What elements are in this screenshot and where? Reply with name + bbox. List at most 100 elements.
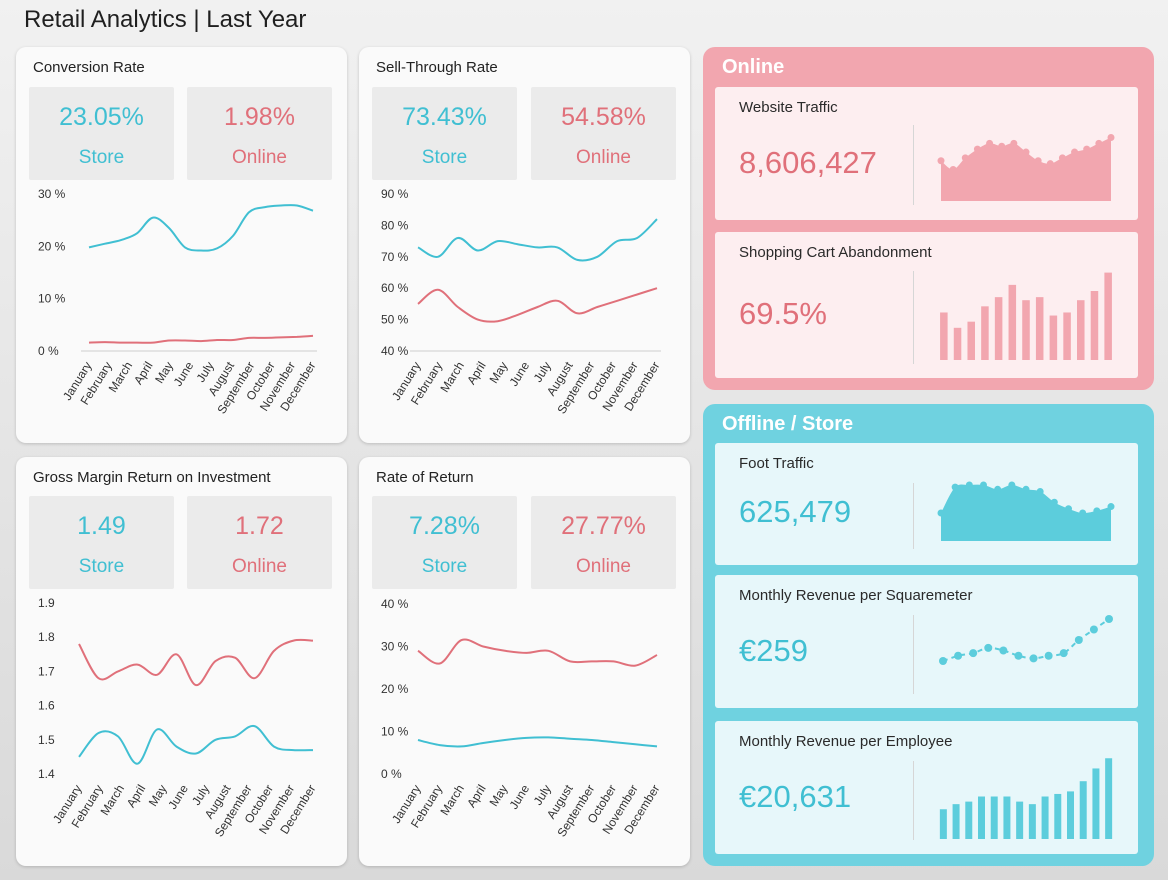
spark-bar [981, 306, 989, 360]
spark-bar [1003, 796, 1011, 839]
y-tick-label: 1.6 [38, 699, 55, 713]
tile-title: Website Traffic [739, 99, 838, 116]
spark-bar [1054, 793, 1062, 839]
revenue-per-employee-tile: Monthly Revenue per Employee €20,631 [715, 721, 1138, 854]
x-tick-label: June [507, 782, 533, 812]
x-tick-label: April [464, 359, 489, 387]
tile-value: €259 [739, 633, 808, 668]
spark-bar [1035, 297, 1044, 360]
spark-point [1029, 654, 1038, 663]
x-tick-label: June [165, 782, 191, 812]
panel-title: Online [722, 56, 785, 78]
x-tick-label: June [171, 359, 197, 389]
spark-point [954, 651, 963, 660]
spark-point [1036, 487, 1044, 495]
spark-bar [1092, 768, 1100, 839]
spark-point [937, 157, 945, 165]
y-tick-label: 50 % [381, 313, 409, 327]
y-tick-label: 1.7 [38, 664, 55, 678]
y-tick-label: 90 % [381, 187, 409, 201]
spark-point [949, 166, 957, 173]
website-traffic-tile: Website Traffic 8,606,427 [715, 87, 1138, 220]
spark-bar [940, 312, 948, 360]
tile-divider [913, 761, 914, 840]
spark-point [980, 481, 987, 489]
spark-point [1022, 485, 1030, 493]
tile-divider [913, 615, 914, 694]
online-series-line [78, 638, 314, 687]
spark-bar [1079, 781, 1087, 839]
spark-point [1083, 145, 1091, 153]
spark-point [1046, 160, 1054, 168]
spark-point [1022, 148, 1030, 156]
spark-bar [1067, 791, 1074, 839]
spark-bar [978, 796, 985, 839]
spark-bar [953, 327, 962, 360]
spark-point [965, 481, 973, 489]
spark-point [1105, 615, 1113, 623]
y-tick-label: 30 % [38, 187, 66, 201]
spark-bar [1077, 300, 1085, 360]
conversion-rate-chart: 0 %10 %20 %30 %JanuaryFebruaryMarchApril… [38, 187, 319, 416]
y-tick-label: 0 % [38, 344, 59, 358]
spark-point [1107, 503, 1115, 511]
spark-point [951, 483, 959, 491]
y-tick-label: 10 % [381, 725, 409, 739]
spark-point [937, 509, 945, 517]
spark-point [999, 646, 1008, 655]
tile-title: Foot Traffic [739, 455, 814, 472]
spark-bar [1049, 315, 1058, 360]
sell-through-rate-card: Sell-Through Rate 73.43% Store 54.58% On… [359, 47, 690, 443]
spark-point [1010, 139, 1018, 147]
x-tick-label: April [124, 782, 149, 810]
spark-bar [994, 297, 1003, 360]
spark-point [1071, 148, 1079, 156]
tile-title: Monthly Revenue per Employee [739, 733, 953, 750]
x-tick-label: June [507, 359, 533, 389]
store-series-line [78, 724, 314, 765]
online-series-line [88, 334, 314, 344]
spark-point [984, 643, 993, 652]
y-tick-label: 40 % [381, 344, 409, 358]
y-tick-label: 10 % [38, 292, 66, 306]
spark-point [961, 154, 969, 162]
spark-bar [1104, 272, 1112, 360]
tile-value: 8,606,427 [739, 145, 877, 180]
spark-point [1044, 651, 1053, 660]
tile-divider [913, 271, 914, 364]
spark-point [1093, 507, 1101, 515]
y-tick-label: 70 % [381, 250, 409, 264]
spark-point [1034, 157, 1042, 165]
foot-traffic-sparkline [937, 481, 1115, 541]
spark-point [1059, 649, 1068, 658]
tile-title: Monthly Revenue per Squaremeter [739, 587, 973, 604]
x-tick-label: April [464, 782, 489, 810]
spark-point [1095, 139, 1103, 147]
gmroi-chart: 1.41.51.61.71.81.9JanuaryFebruaryMarchAp… [38, 596, 319, 839]
spark-bar [1022, 300, 1030, 360]
cart-abandonment-sparkline [940, 272, 1112, 360]
spark-point [1058, 154, 1066, 162]
y-tick-label: 1.9 [38, 596, 55, 610]
foot-traffic-tile: Foot Traffic 625,479 [715, 443, 1138, 565]
spark-point [1079, 509, 1087, 517]
tile-value: 625,479 [739, 494, 852, 529]
spark-bar [1016, 801, 1024, 839]
store-series-line [88, 204, 314, 252]
revenue-per-sqm-sparkline [939, 615, 1113, 665]
spark-bar [967, 321, 975, 360]
spark-line [942, 618, 1110, 662]
y-tick-label: 0 % [381, 767, 402, 781]
y-tick-label: 40 % [381, 597, 409, 611]
spark-point [969, 649, 978, 658]
tile-value: €20,631 [739, 779, 852, 814]
revenue-per-employee-sparkline [939, 758, 1113, 839]
page-title: Retail Analytics | Last Year [24, 6, 307, 33]
spark-point [939, 657, 947, 665]
revenue-per-sqm-tile: Monthly Revenue per Squaremeter €259 [715, 575, 1138, 708]
website-traffic-sparkline [937, 134, 1115, 201]
spark-bar [952, 804, 960, 839]
spark-bar [939, 809, 947, 839]
tile-value: 69.5% [739, 296, 827, 331]
sell-through-rate-chart: 40 %50 %60 %70 %80 %90 %JanuaryFebruaryM… [381, 187, 663, 416]
